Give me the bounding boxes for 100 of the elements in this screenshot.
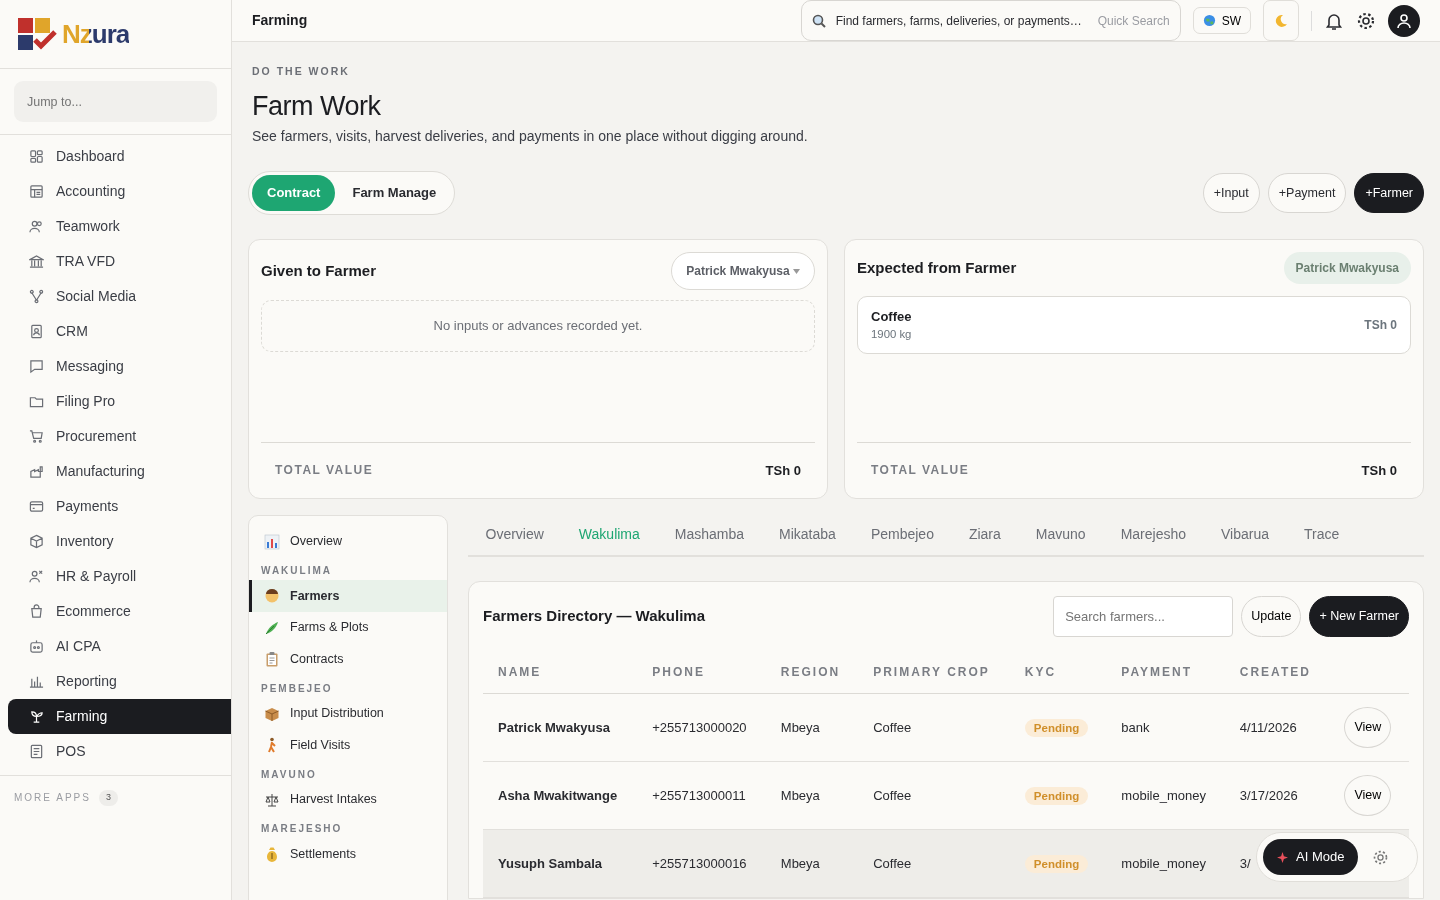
tab[interactable]: Mavuno — [1018, 514, 1104, 557]
section-nav-item[interactable]: Harvest Intakes — [249, 783, 447, 816]
table-row[interactable]: Patrick Mwakyusa +255713000020 Mbeya Coffee Pending bank 4/11/2026 View — [483, 693, 1409, 762]
eyebrow-label: DO THE WORK — [252, 64, 351, 79]
sidebar-item[interactable]: CRM — [8, 314, 231, 349]
mode-tab[interactable]: Farm Manage — [337, 175, 452, 211]
tab[interactable]: Mashamba — [657, 514, 762, 557]
section-nav-item[interactable]: Field Visits — [249, 729, 447, 761]
tab[interactable]: Ziara — [951, 514, 1019, 557]
grid-icon — [29, 149, 44, 164]
search-field[interactable]: Find farmers, farms, deliveries, or payments… — [833, 10, 1090, 31]
search-field[interactable]: Search farmers... — [1053, 595, 1234, 637]
sidebar-item[interactable]: Accounting — [8, 174, 231, 209]
settings-icon[interactable] — [1356, 10, 1376, 31]
total-value: TSh 0 — [1361, 461, 1397, 480]
section-nav-item[interactable]: Farms & Plots — [249, 611, 447, 644]
item-name: Coffee — [871, 307, 912, 326]
table-cell: Asha Mwakitwange — [498, 787, 618, 803]
update-button[interactable]: Update — [1241, 595, 1302, 637]
section-heading: WAKULIMA — [260, 564, 333, 579]
language-button[interactable]: SW — [1192, 7, 1251, 34]
table-cell: 4/11/2026 — [1239, 719, 1297, 735]
status-badge: Pending — [1024, 854, 1089, 873]
tab[interactable]: Trace — [1286, 514, 1357, 557]
jump-field[interactable]: Jump to... — [14, 81, 217, 122]
card-title: Given to Farmer — [261, 260, 377, 281]
sidebar-item[interactable]: Inventory — [8, 524, 231, 559]
sidebar-item[interactable]: HR & Payroll — [8, 559, 231, 594]
person-icon — [29, 569, 44, 584]
tab[interactable]: Marejesho — [1103, 514, 1204, 557]
directory-title: Farmers Directory — Wakulima — [483, 606, 707, 626]
more-apps-count: 3 — [98, 790, 118, 806]
table-row[interactable]: Asha Mwakitwange +255713000011 Mbeya Coffee Pending mobile_money 3/17/2026 View — [483, 761, 1409, 830]
section-nav-item[interactable]: Input Distribution — [249, 697, 447, 730]
view-button[interactable]: View — [1344, 706, 1392, 748]
table-cell: +255713000016 — [652, 855, 747, 871]
scale-icon — [264, 791, 280, 808]
branch-icon — [29, 289, 44, 304]
tab[interactable]: Overview — [468, 514, 562, 557]
card-icon — [29, 499, 44, 514]
sidebar-item[interactable]: Dashboard — [8, 139, 231, 174]
sidebar-item[interactable]: TRA VFD — [8, 244, 231, 279]
table-cell: bank — [1121, 719, 1150, 735]
total-value: TSh 0 — [765, 461, 801, 480]
tab[interactable]: Vibarua — [1203, 514, 1287, 557]
farmer-chip: Patrick Mwakyusa — [1283, 251, 1411, 284]
section-heading: MAVUNO — [260, 767, 318, 782]
sidebar-item[interactable]: Reporting — [8, 664, 231, 699]
sidebar-item[interactable]: Social Media — [8, 279, 231, 314]
table-cell: mobile_money — [1121, 787, 1206, 803]
table-cell: Mbeya — [780, 787, 820, 803]
column-header: CREATED — [1224, 650, 1330, 694]
farmer-select[interactable]: Patrick Mwakyusa — [671, 251, 815, 290]
table-cell: Patrick Mwakyusa — [498, 719, 610, 735]
status-badge: Pending — [1024, 718, 1089, 737]
sidebar-item[interactable]: Payments — [8, 489, 231, 524]
sidebar-item[interactable]: Filing Pro — [8, 384, 231, 419]
sidebar-item[interactable]: Teamwork — [8, 209, 231, 244]
factory-icon — [29, 464, 44, 479]
section-nav-item[interactable]: Farmers — [249, 580, 447, 612]
cart-icon — [29, 429, 44, 444]
subtitle: See farmers, visits, harvest deliveries, and payments in one place without digging around. — [252, 127, 809, 147]
search-icon — [811, 13, 826, 28]
sidebar-item[interactable]: Procurement — [8, 419, 231, 454]
table-cell: Coffee — [873, 719, 912, 735]
theme-toggle[interactable] — [1263, 0, 1299, 41]
farmer-icon — [264, 588, 280, 604]
column-header: PRIMARY CROP — [858, 650, 1010, 694]
section-nav-item[interactable]: Settlements — [249, 838, 447, 870]
table-cell: Yusuph Sambala — [498, 855, 603, 871]
sidebar-item[interactable]: Farming — [8, 699, 231, 734]
tab[interactable]: Pembejeo — [853, 514, 952, 557]
sidebar-item[interactable]: AI CPA — [8, 629, 231, 664]
total-label: TOTAL VALUE — [871, 462, 970, 480]
tab[interactable]: Mikataba — [761, 514, 854, 557]
caret-icon — [793, 269, 800, 275]
sidebar-item[interactable]: Ecommerce — [8, 594, 231, 629]
shortcut-hint: Quick Search — [1097, 12, 1170, 30]
sparkle-icon — [1277, 851, 1288, 863]
item-amount: TSh 0 — [1364, 317, 1397, 335]
user-avatar[interactable] — [1388, 4, 1420, 37]
sidebar-item[interactable]: POS — [8, 734, 231, 769]
action-button[interactable]: +Farmer — [1354, 173, 1424, 213]
sidebar-item[interactable]: Manufacturing — [8, 454, 231, 489]
card-title: Expected from Farmer — [857, 257, 1017, 278]
action-button[interactable]: +Payment — [1267, 173, 1347, 213]
table-cell: mobile_money — [1121, 855, 1206, 871]
table-cell: Coffee — [873, 855, 912, 871]
table-cell: 3/17/2026 — [1239, 787, 1298, 803]
sidebar-item[interactable]: Messaging — [8, 349, 231, 384]
section-nav-item[interactable]: Contracts — [249, 643, 447, 675]
logo-icon — [18, 18, 58, 50]
section-nav-item[interactable]: Overview — [249, 525, 447, 558]
view-button[interactable]: View — [1344, 774, 1392, 816]
action-button[interactable]: +Input — [1202, 173, 1260, 213]
section-heading: MAREJESHO — [260, 822, 344, 837]
ai-mode-button[interactable]: AI Mode — [1263, 839, 1359, 875]
table-cell: Mbeya — [780, 719, 820, 735]
new-farmer-button[interactable]: + New Farmer — [1309, 595, 1409, 637]
more-apps-label: MORE APPS — [14, 791, 91, 806]
